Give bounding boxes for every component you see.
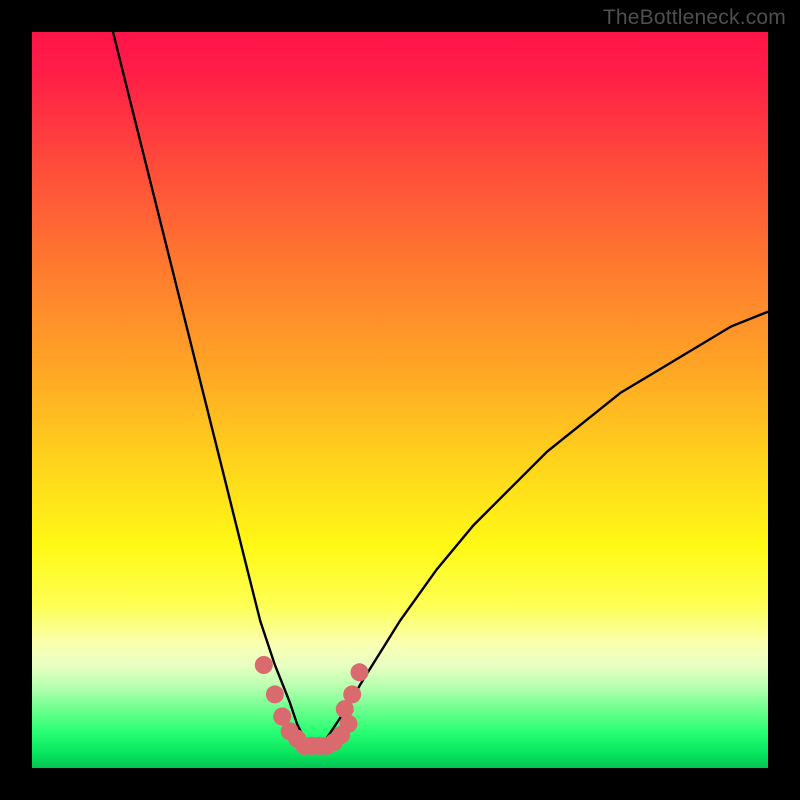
- curve-layer: [32, 32, 768, 768]
- highlight-dot: [255, 656, 273, 674]
- highlight-dot: [266, 685, 284, 703]
- bottleneck-curve: [113, 32, 768, 746]
- highlight-dot: [343, 685, 361, 703]
- plot-area: [32, 32, 768, 768]
- watermark-text: TheBottleneck.com: [603, 6, 786, 30]
- bottleneck-curve-path: [113, 32, 768, 746]
- chart-frame: TheBottleneck.com: [0, 0, 800, 800]
- highlight-dots: [255, 656, 369, 755]
- highlight-dot: [351, 663, 369, 681]
